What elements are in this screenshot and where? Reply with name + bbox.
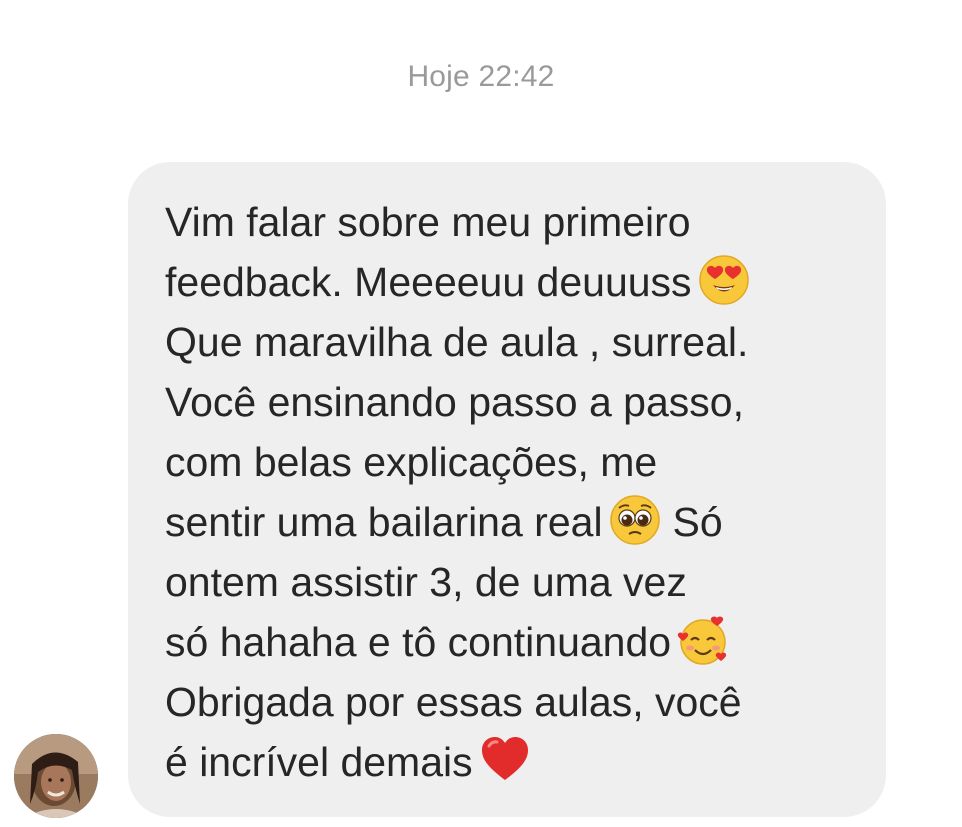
smiling-face-with-hearts-emoji — [677, 614, 729, 666]
message-text: Só — [672, 499, 723, 545]
message-line: ontem assistir 3, de uma vez — [165, 559, 687, 605]
message-line: Obrigada por essas aulas, você — [165, 679, 742, 725]
message-line: Vim falar sobre meu primeiro — [165, 199, 691, 245]
pleading-face-emoji — [609, 494, 661, 546]
avatar-image — [14, 734, 98, 818]
message-bubble[interactable]: Vim falar sobre meu primeiro feedback. M… — [128, 162, 886, 817]
message-line: Que maravilha de aula , surreal. — [165, 319, 749, 365]
sender-avatar[interactable] — [14, 734, 98, 818]
message-line: com belas explicações, me — [165, 439, 658, 485]
message-text: só hahaha e tô continuando — [165, 619, 672, 665]
message-timestamp: Hoje 22:42 — [407, 60, 555, 93]
message-line: só hahaha e tô continuando — [165, 612, 856, 672]
message-line: sentir uma bailarina real Só — [165, 492, 856, 552]
heart-eyes-emoji — [698, 254, 750, 306]
message-line: feedback. Meeeeuu deuuuss — [165, 252, 856, 312]
red-heart-emoji — [479, 734, 531, 786]
message-text: feedback. Meeeeuu deuuuss — [165, 259, 692, 305]
message-line: é incrível demais — [165, 732, 856, 792]
message-line: Você ensinando passo a passo, — [165, 379, 744, 425]
message-text: é incrível demais — [165, 739, 473, 785]
message-text: sentir uma bailarina real — [165, 499, 603, 545]
